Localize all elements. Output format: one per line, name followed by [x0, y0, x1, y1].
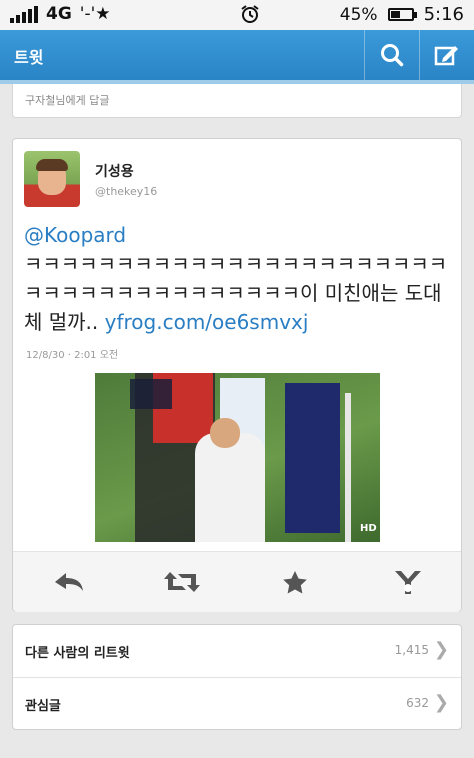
search-button[interactable]	[364, 30, 419, 80]
tweet-stats: 다른 사람의 리트윗 1,415 ❯ 관심글 632 ❯	[12, 624, 462, 730]
mention-link[interactable]: @Koopard	[24, 223, 126, 247]
photo-hd-badge: HD	[360, 523, 377, 534]
signal-icon	[10, 5, 38, 23]
network-label: 4G	[46, 4, 72, 24]
alarm-clock-icon	[240, 4, 260, 29]
tweet-actions-bar	[13, 551, 461, 612]
retweet-button[interactable]	[158, 566, 206, 598]
author-name[interactable]: 기성용	[95, 161, 134, 181]
carrier-glyphs: '-'★	[79, 4, 111, 24]
battery-icon	[387, 8, 417, 21]
reply-context-label: 구자철님에게 답글	[25, 94, 110, 107]
favorite-star-icon	[283, 571, 307, 594]
status-time: 5:16	[423, 4, 464, 25]
favorites-row[interactable]: 관심글 632 ❯	[13, 678, 461, 730]
chevron-right-icon: ❯	[433, 639, 449, 660]
photo-link[interactable]: yfrog.com/oe6smvxj	[105, 310, 309, 334]
reply-context-bar[interactable]: 구자철님에게 답글	[12, 84, 462, 118]
favorite-button[interactable]	[271, 566, 319, 598]
compose-button[interactable]	[419, 30, 474, 80]
tweet-timestamp: 12/8/30 · 2:01 오전	[26, 350, 119, 361]
favorites-count: 632	[406, 696, 429, 710]
favorites-label: 관심글	[25, 699, 61, 714]
battery-percent: 45%	[339, 4, 378, 25]
app-header: 트윗	[0, 30, 474, 80]
share-button[interactable]	[384, 566, 432, 598]
retweets-row[interactable]: 다른 사람의 리트윗 1,415 ❯	[13, 625, 461, 677]
author-handle[interactable]: @thekey16	[95, 185, 157, 198]
reply-icon	[55, 573, 83, 591]
status-bar: 4G '-'★ 45% 5:16	[0, 0, 474, 30]
retweets-count: 1,415	[394, 643, 429, 657]
search-icon	[381, 44, 404, 67]
retweet-icon	[164, 572, 200, 592]
avatar[interactable]	[24, 151, 80, 207]
reply-button[interactable]	[45, 566, 93, 598]
tweet-photo[interactable]: HD	[95, 373, 380, 542]
compose-icon	[434, 46, 458, 66]
page-title: 트윗	[14, 48, 44, 67]
tweet-card: 기성용 @thekey16 @Koopard ㅋㅋㅋㅋㅋㅋㅋㅋㅋㅋㅋㅋㅋㅋㅋㅋㅋ…	[12, 138, 462, 612]
chevron-right-icon: ❯	[433, 692, 449, 713]
retweets-label: 다른 사람의 리트윗	[25, 646, 130, 661]
tweet-text: @Koopard ㅋㅋㅋㅋㅋㅋㅋㅋㅋㅋㅋㅋㅋㅋㅋㅋㅋㅋㅋㅋㅋㅋㅋㅋㅋㅋㅋㅋㅋㅋㅋ…	[24, 221, 454, 337]
share-icon	[395, 571, 421, 594]
